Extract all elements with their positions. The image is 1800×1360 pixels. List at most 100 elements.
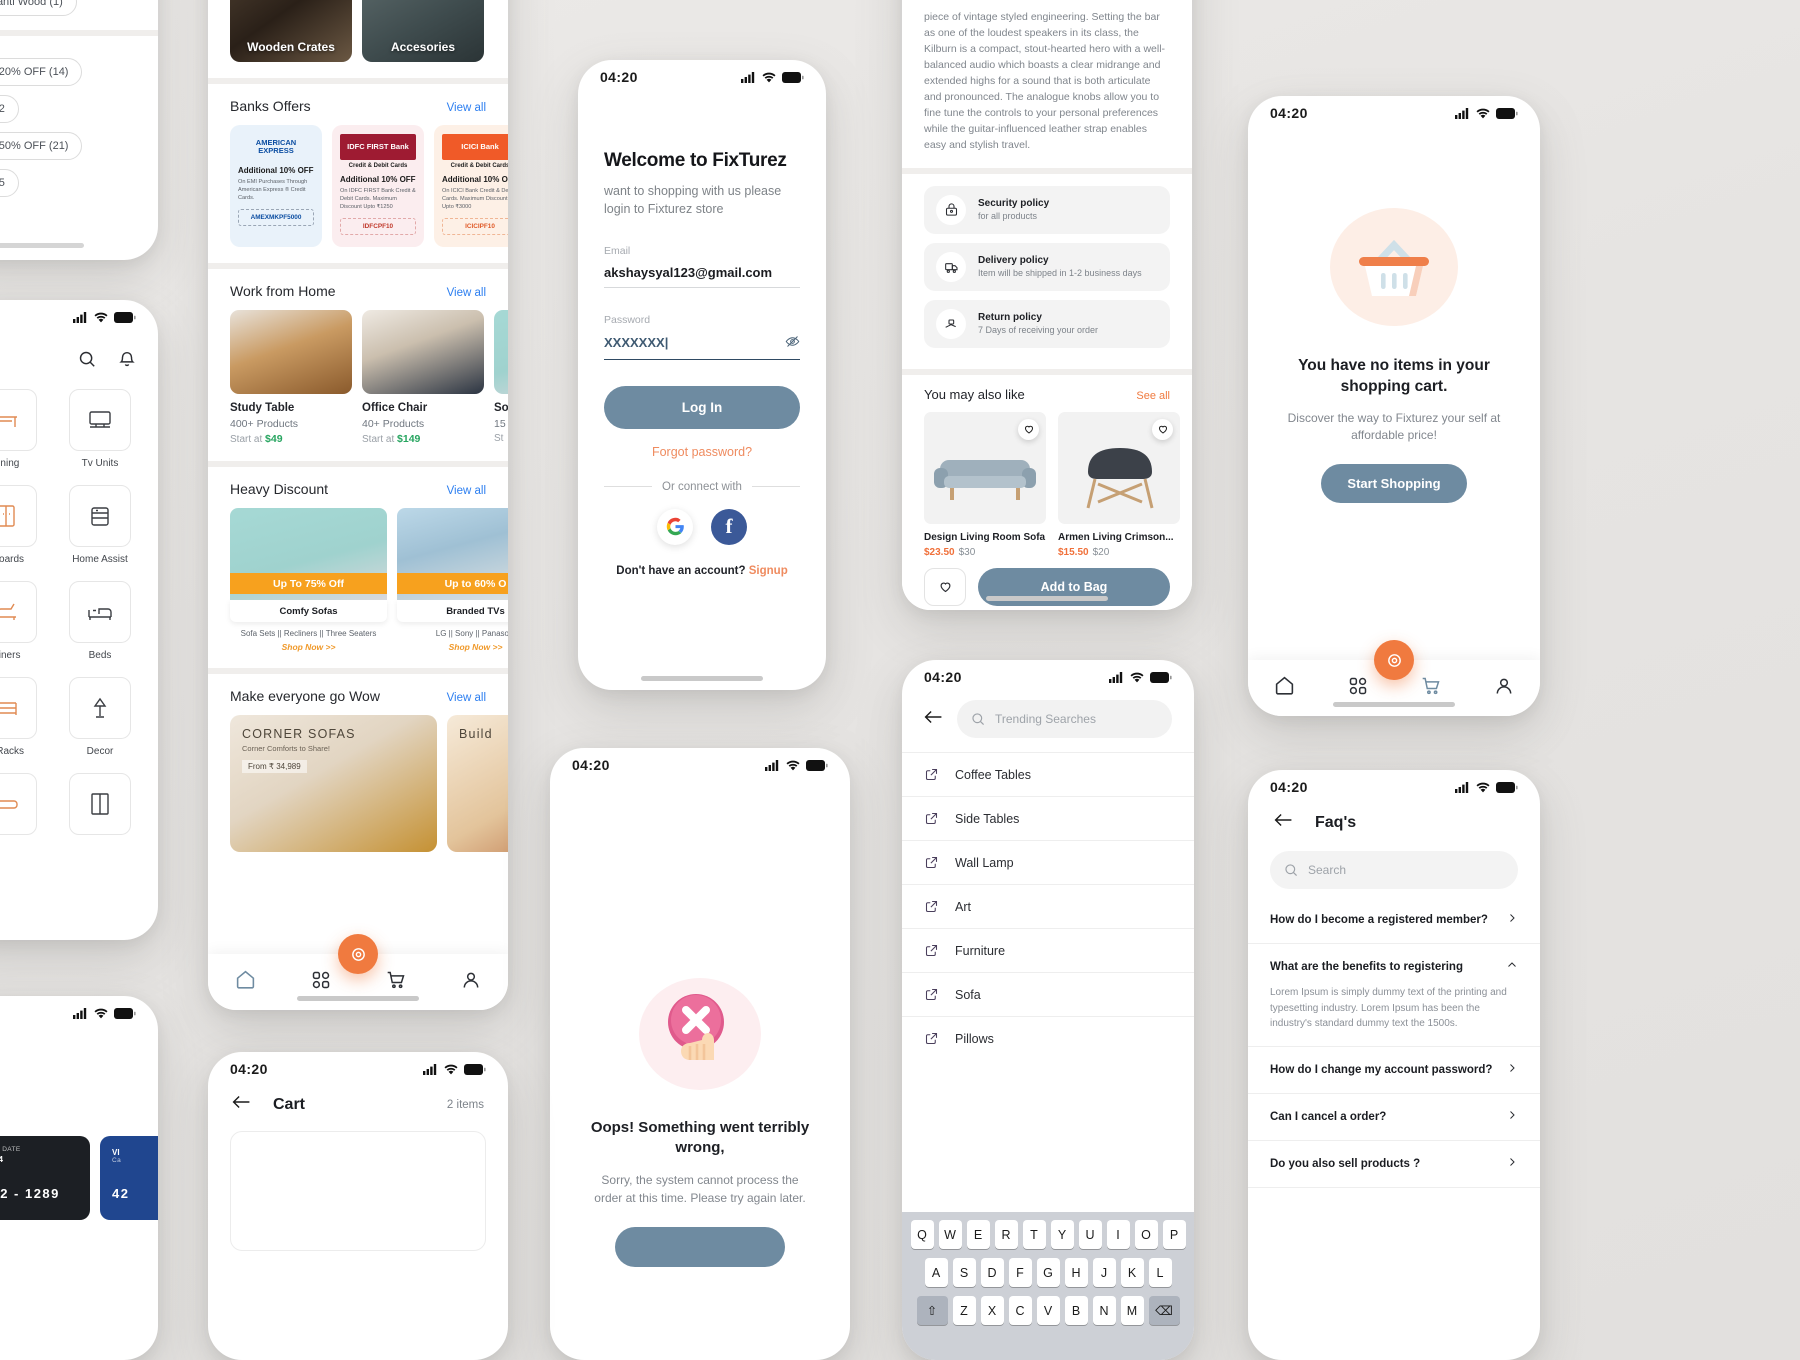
promo-code[interactable]: AMEXMKPF5000 [238, 209, 314, 227]
shop-now-link[interactable]: Shop Now >> [397, 642, 508, 652]
category-tile[interactable]: cliners [0, 581, 48, 661]
list-item[interactable]: Pillows [902, 1016, 1194, 1060]
wow-carousel[interactable]: CORNER SOFAS Corner Comforts to Share! F… [230, 715, 508, 852]
error-retry-button[interactable] [615, 1226, 785, 1267]
back-icon[interactable] [232, 1094, 251, 1115]
google-icon[interactable] [657, 508, 693, 545]
payment-card[interactable]: VI Ca 42 [100, 1136, 158, 1220]
category-tile[interactable]: e Racks [0, 677, 48, 757]
bank-offer-card[interactable]: AMERICAN EXPRESS Additional 10% OFF On E… [230, 125, 322, 247]
bank-offer-card[interactable]: IDFC FIRST Bank Credit & Debit Cards Add… [332, 125, 424, 247]
list-item[interactable]: Side Tables [902, 796, 1194, 840]
on-screen-keyboard[interactable]: Q W E R T Y U I O P A S D F G H J K L ⇧ … [902, 1212, 1194, 1360]
list-item[interactable]: Furniture [902, 928, 1194, 972]
policy-row[interactable]: Delivery policy Item will be shipped in … [924, 242, 1170, 291]
search-input[interactable]: Trending Searches [957, 700, 1172, 738]
cart-item-row[interactable] [230, 1131, 486, 1251]
list-item[interactable]: Art [902, 884, 1194, 928]
key[interactable]: C [1008, 1296, 1032, 1325]
key[interactable]: S [952, 1258, 976, 1287]
key[interactable]: Y [1050, 1220, 1074, 1249]
filter-chip[interactable]: Get 20% OFF (14) [0, 58, 83, 86]
policy-row[interactable]: Security policy for all products [924, 185, 1170, 234]
key[interactable]: X [980, 1296, 1004, 1325]
assistant-fab[interactable] [1374, 640, 1414, 680]
key[interactable]: R [994, 1220, 1018, 1249]
tab-cart[interactable] [386, 970, 406, 995]
wow-banner[interactable]: CORNER SOFAS Corner Comforts to Share! F… [230, 715, 437, 852]
scroll-indicator[interactable] [0, 243, 84, 248]
discount-card[interactable]: Up To 75% Off Comfy Sofas Sofa Sets || R… [230, 508, 387, 652]
key[interactable]: A [924, 1258, 948, 1287]
password-field[interactable]: XXXXXXX| [604, 326, 800, 360]
key[interactable]: I [1106, 1220, 1130, 1249]
bell-icon[interactable] [118, 350, 136, 373]
category-tile[interactable]: oboards [0, 485, 48, 565]
eye-off-icon[interactable] [785, 334, 800, 352]
start-shopping-button[interactable]: Start Shopping [1321, 464, 1467, 504]
favorite-icon[interactable] [1152, 418, 1173, 440]
tab-home[interactable] [235, 969, 256, 995]
key[interactable]: V [1036, 1296, 1060, 1325]
faq-item[interactable]: How do I become a registered member? [1248, 897, 1540, 944]
category-card[interactable]: Accesories [362, 0, 484, 62]
filter-chip[interactable]: Get 5 [0, 169, 19, 197]
faq-item[interactable]: What are the benefits to registering Lor… [1248, 944, 1540, 1047]
filter-chip[interactable]: Get 50% OFF (21) [0, 132, 83, 160]
category-tile[interactable]: inning [0, 389, 48, 469]
key[interactable]: J [1092, 1258, 1116, 1287]
key[interactable]: W [938, 1220, 962, 1249]
forgot-password-link[interactable]: Forgot password? [604, 445, 800, 459]
product-carousel[interactable]: Study Table 400+ Products Start at $49 O… [230, 310, 508, 445]
view-all-link[interactable]: View all [447, 485, 486, 497]
chevron-right-icon[interactable] [1506, 911, 1518, 929]
filter-chip[interactable]: Get 2 [0, 95, 19, 123]
login-button[interactable]: Log In [604, 385, 800, 429]
category-tile[interactable] [58, 773, 142, 842]
faq-item[interactable]: Do you also sell products ? [1248, 1141, 1540, 1188]
key[interactable]: B [1064, 1296, 1088, 1325]
see-all-link[interactable]: See all [1136, 390, 1170, 402]
backspace-key[interactable]: ⌫ [1148, 1296, 1180, 1325]
signup-link[interactable]: Signup [749, 565, 788, 577]
category-tile[interactable]: Decor [58, 677, 142, 757]
discount-carousel[interactable]: Up To 75% Off Comfy Sofas Sofa Sets || R… [230, 508, 508, 652]
key[interactable]: D [980, 1258, 1004, 1287]
tab-cart[interactable] [1421, 676, 1441, 701]
bank-offers-carousel[interactable]: AMERICAN EXPRESS Additional 10% OFF On E… [230, 125, 508, 247]
shift-key[interactable]: ⇧ [916, 1296, 948, 1325]
payment-card[interactable]: EXPIRY DATE 12/2024 5312 - 1289 [0, 1136, 90, 1220]
view-all-link[interactable]: View all [447, 287, 486, 299]
facebook-icon[interactable]: f [711, 508, 747, 545]
assistant-fab[interactable] [338, 934, 378, 974]
wow-banner[interactable]: Build [447, 715, 508, 852]
tab-home[interactable] [1274, 675, 1295, 701]
filter-chip[interactable]: Meranti Wood (1) [0, 0, 77, 16]
category-tile[interactable]: Home Assist [58, 485, 142, 565]
related-product-card[interactable]: Armen Living Crimson... $15.50 $20 [1058, 411, 1180, 558]
policy-row[interactable]: Return policy 7 Days of receiving your o… [924, 299, 1170, 348]
list-item[interactable]: Coffee Tables [902, 752, 1194, 796]
view-all-link[interactable]: View all [447, 102, 486, 114]
back-icon[interactable] [1274, 812, 1293, 833]
tab-profile[interactable] [1494, 676, 1514, 701]
list-item[interactable]: Sofa [902, 972, 1194, 1016]
key[interactable]: M [1120, 1296, 1144, 1325]
email-field[interactable]: akshaysyal123@gmail.com [604, 257, 800, 288]
category-tile[interactable]: Tv Units [58, 389, 142, 469]
related-product-card[interactable]: Design Living Room Sofa $23.50 $30 [924, 411, 1046, 558]
key[interactable]: K [1120, 1258, 1144, 1287]
faq-item[interactable]: Can I cancel a order? [1248, 1094, 1540, 1141]
chevron-right-icon[interactable] [1506, 1155, 1518, 1173]
list-item[interactable]: Wall Lamp [902, 840, 1194, 884]
key[interactable]: E [966, 1220, 990, 1249]
promo-code[interactable]: IDFCPF10 [340, 218, 416, 236]
category-tile[interactable]: Beds [58, 581, 142, 661]
category-tile[interactable] [0, 773, 48, 842]
chevron-up-icon[interactable] [1506, 958, 1518, 976]
discount-card[interactable]: Up to 60% O Branded TVs LG || Sony || Pa… [397, 508, 508, 652]
key[interactable]: G [1036, 1258, 1060, 1287]
key[interactable]: U [1078, 1220, 1102, 1249]
key[interactable]: N [1092, 1296, 1116, 1325]
key[interactable]: Z [952, 1296, 976, 1325]
